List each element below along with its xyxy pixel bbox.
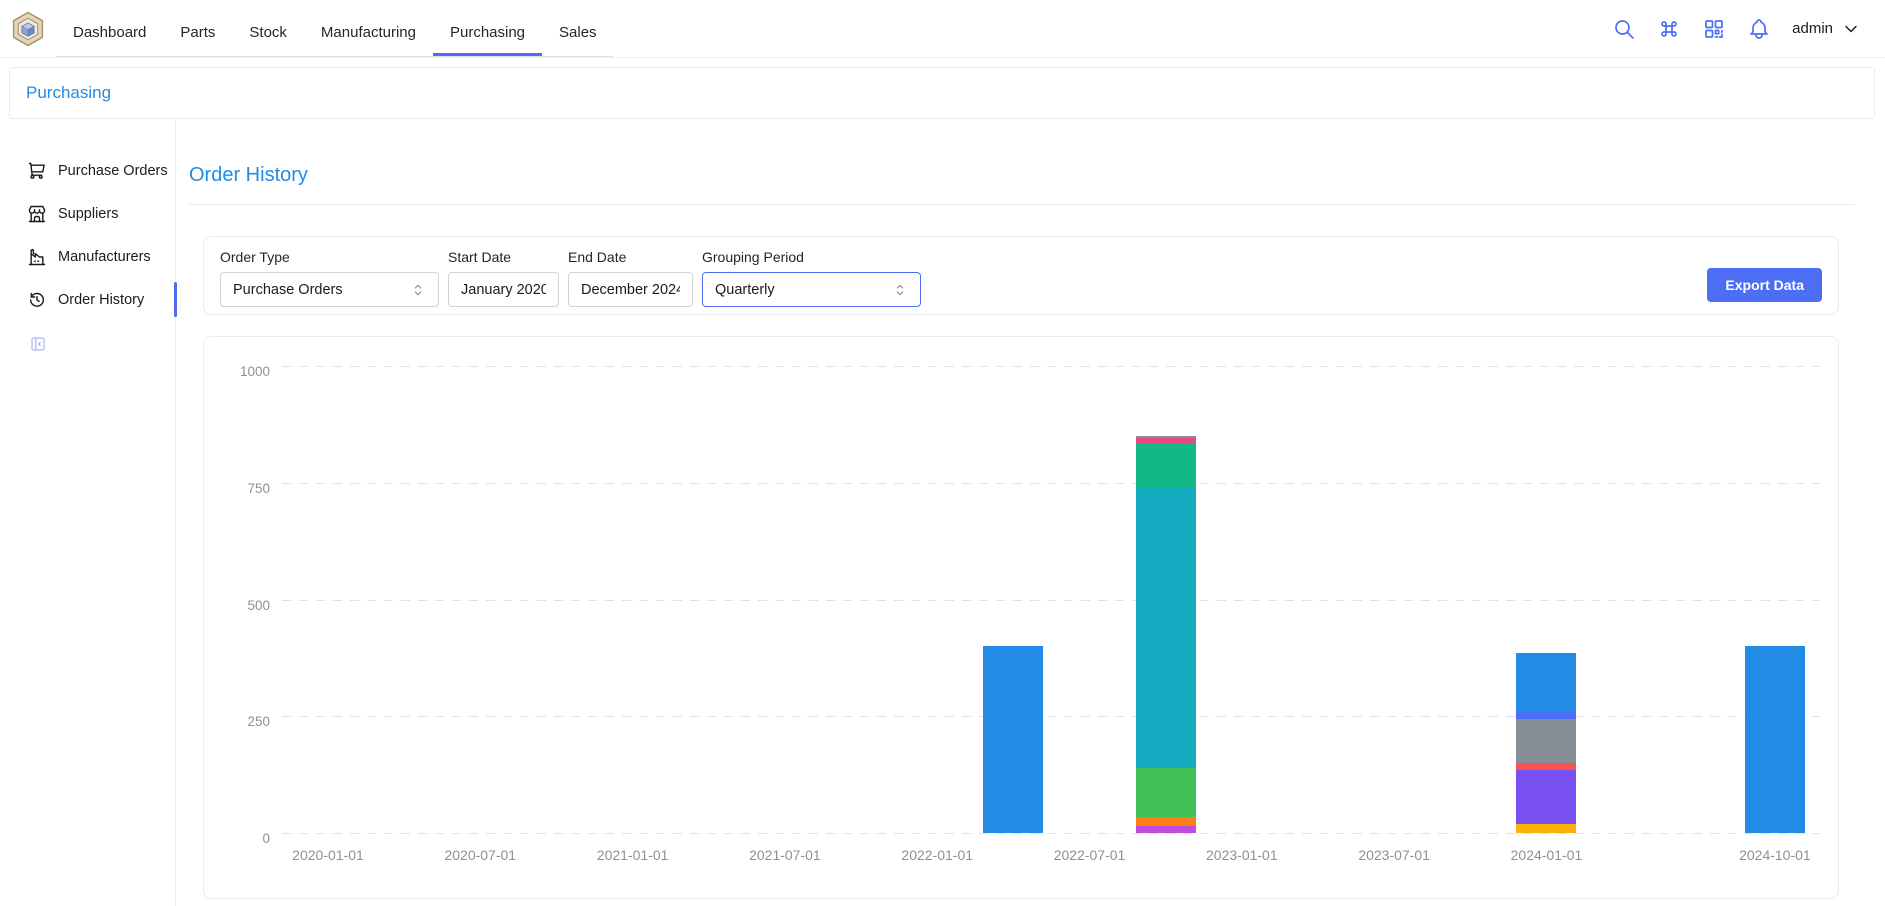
y-axis-tick-750: 750 — [204, 481, 270, 496]
order-type-value: Purchase Orders — [233, 282, 343, 298]
order-history-chart-card: 0 250 500 750 1000 2020-01-01 2020-07-01 2021-0… — [203, 336, 1839, 899]
username-label: admin — [1792, 20, 1833, 37]
sidebar-item-label: Suppliers — [58, 206, 118, 222]
end-date-input[interactable] — [568, 272, 693, 307]
x-axis-tick-2022-07-01: 2022-07-01 — [1054, 847, 1126, 863]
sidebar-items: Purchase Orders Suppliers Manufacturers Ord… — [0, 149, 175, 321]
bell-icon[interactable] — [1747, 17, 1771, 41]
gridline-y-0 — [282, 833, 1820, 834]
y-axis-tick-0: 0 — [204, 831, 270, 846]
end-date-field: End Date — [568, 249, 693, 307]
sidebar-item-label: Purchase Orders — [58, 163, 168, 179]
breadcrumb-purchasing-link[interactable]: Purchasing — [26, 83, 111, 103]
bar-segment-indigo[interactable] — [1516, 712, 1576, 719]
bar-2024-10-01[interactable] — [1745, 646, 1805, 833]
history-icon — [27, 290, 47, 310]
tab-sales[interactable]: Sales — [542, 11, 614, 56]
tab-manufacturing[interactable]: Manufacturing — [304, 11, 433, 56]
bar-2024-01-01[interactable] — [1516, 653, 1576, 833]
order-type-field: Order Type Purchase Orders — [220, 249, 439, 307]
x-axis-tick-2023-07-01: 2023-07-01 — [1358, 847, 1430, 863]
sidebar-item-label: Order History — [58, 292, 144, 308]
y-axis-tick-1000: 1000 — [204, 364, 270, 379]
export-data-button[interactable]: Export Data — [1707, 268, 1822, 302]
command-icon[interactable] — [1657, 17, 1681, 41]
bar-segment-orange[interactable] — [1136, 817, 1196, 826]
x-axis-tick-2020-07-01: 2020-07-01 — [444, 847, 516, 863]
gridline-y-1000 — [282, 366, 1820, 367]
grouping-period-label: Grouping Period — [702, 249, 921, 265]
x-axis-tick-2024-01-01: 2024-01-01 — [1511, 847, 1583, 863]
start-date-input[interactable] — [448, 272, 559, 307]
x-axis-tick-2022-01-01: 2022-01-01 — [901, 847, 973, 863]
plot-area: 025050075010002020-01-012020-07-012021-0… — [282, 366, 1820, 833]
grouping-period-value: Quarterly — [715, 282, 775, 298]
selector-icon — [892, 282, 908, 298]
start-date-field: Start Date — [448, 249, 559, 307]
sidebar-collapse-icon[interactable] — [29, 335, 47, 353]
page-title: Order History — [189, 164, 1885, 187]
bar-segment-amber[interactable] — [1516, 824, 1576, 833]
bar-segment-blue[interactable] — [1516, 653, 1576, 711]
bar-segment-teal[interactable] — [1136, 487, 1196, 767]
bar-segment-violet[interactable] — [1516, 770, 1576, 824]
bar-segment-emerald[interactable] — [1136, 443, 1196, 487]
tab-purchasing[interactable]: Purchasing — [433, 11, 542, 56]
breadcrumb: Purchasing — [9, 67, 1875, 119]
x-axis-tick-2023-01-01: 2023-01-01 — [1206, 847, 1278, 863]
bar-segment-green[interactable] — [1136, 768, 1196, 817]
sidebar-item-suppliers[interactable]: Suppliers — [0, 192, 175, 235]
main-nav-tabs: DashboardPartsStockManufacturingPurchasi… — [56, 11, 614, 57]
y-axis-tick-500: 500 — [204, 598, 270, 613]
bar-segment-gray[interactable] — [1516, 719, 1576, 763]
app-logo-icon[interactable] — [10, 11, 46, 47]
x-axis-tick-2021-07-01: 2021-07-01 — [749, 847, 821, 863]
order-type-label: Order Type — [220, 249, 439, 265]
gridline-y-750 — [282, 483, 1820, 484]
selector-icon — [410, 282, 426, 298]
gridline-y-250 — [282, 716, 1820, 717]
x-axis-tick-2020-01-01: 2020-01-01 — [292, 847, 364, 863]
top-header: DashboardPartsStockManufacturingPurchasi… — [0, 0, 1885, 58]
sidebar-item-purchase-orders[interactable]: Purchase Orders — [0, 149, 175, 192]
tab-stock[interactable]: Stock — [232, 11, 304, 56]
start-date-label: Start Date — [448, 249, 559, 265]
x-axis-tick-2021-01-01: 2021-01-01 — [597, 847, 669, 863]
filter-toolbar: Order Type Purchase Orders Start Date En… — [203, 236, 1839, 315]
shopping-cart-icon — [27, 161, 47, 181]
tab-parts[interactable]: Parts — [163, 11, 232, 56]
bar-2022-04-01[interactable] — [983, 646, 1043, 833]
sidebar-item-manufacturers[interactable]: Manufacturers — [0, 235, 175, 278]
sidebar-item-label: Manufacturers — [58, 249, 151, 265]
sidebar-item-order-history[interactable]: Order History — [0, 278, 175, 321]
order-type-select[interactable]: Purchase Orders — [220, 272, 439, 307]
bar-segment-blue[interactable] — [1745, 646, 1805, 833]
building-store-icon — [27, 204, 47, 224]
end-date-label: End Date — [568, 249, 693, 265]
bar-2022-10-01[interactable] — [1136, 436, 1196, 833]
title-divider — [188, 204, 1855, 205]
bar-segment-blue[interactable] — [983, 646, 1043, 833]
x-axis-tick-2024-10-01: 2024-10-01 — [1739, 847, 1811, 863]
search-icon[interactable] — [1612, 17, 1636, 41]
gridline-y-500 — [282, 600, 1820, 601]
qrcode-scan-icon[interactable] — [1702, 17, 1726, 41]
bar-segment-grape[interactable] — [1136, 826, 1196, 833]
building-factory-icon — [27, 247, 47, 267]
bar-segment-red[interactable] — [1516, 763, 1576, 770]
main-panel: Order History Order Type Purchase Orders… — [176, 120, 1885, 906]
grouping-period-select[interactable]: Quarterly — [702, 272, 921, 307]
header-actions: admin — [1612, 17, 1885, 41]
user-menu[interactable]: admin — [1792, 19, 1861, 39]
tab-dashboard[interactable]: Dashboard — [56, 11, 163, 56]
sidebar: Purchase Orders Suppliers Manufacturers Ord… — [0, 120, 176, 906]
grouping-period-field: Grouping Period Quarterly — [702, 249, 921, 307]
content-row: Purchase Orders Suppliers Manufacturers Ord… — [0, 120, 1885, 906]
y-axis-tick-250: 250 — [204, 714, 270, 729]
chevron-down-icon — [1841, 19, 1861, 39]
